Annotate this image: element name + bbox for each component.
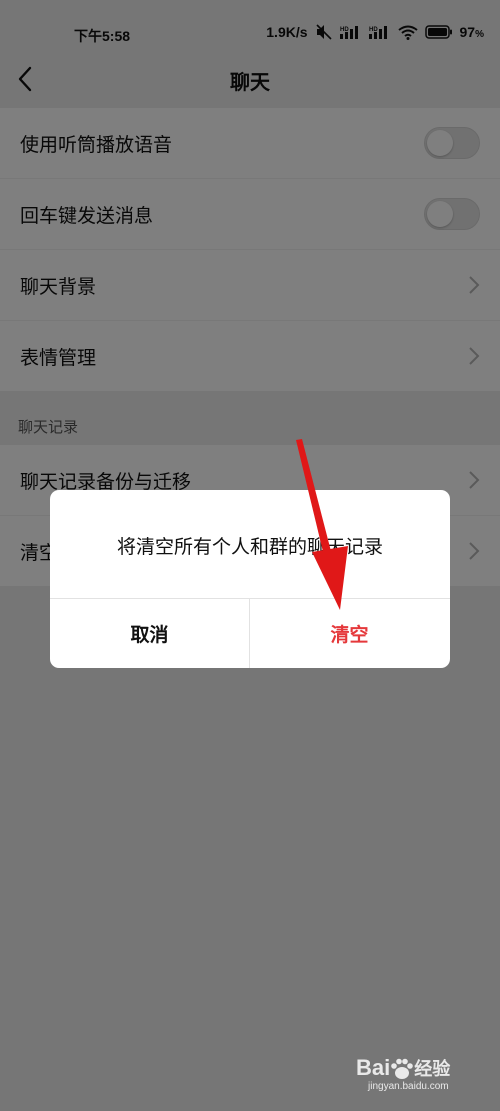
dialog-message: 将清空所有个人和群的聊天记录: [116, 536, 383, 558]
paw-icon: [391, 1058, 414, 1080]
watermark: Bai 经验 jingyan.baidu.com: [356, 1055, 476, 1095]
clear-button[interactable]: 清空: [250, 599, 449, 668]
confirm-dialog: 将清空所有个人和群的聊天记录 取消 清空: [50, 490, 450, 668]
baidu-jingyan-logo: Bai 经验: [356, 1055, 451, 1080]
watermark-site: jingyan.baidu.com: [368, 1081, 449, 1092]
cancel-button[interactable]: 取消: [50, 599, 249, 668]
